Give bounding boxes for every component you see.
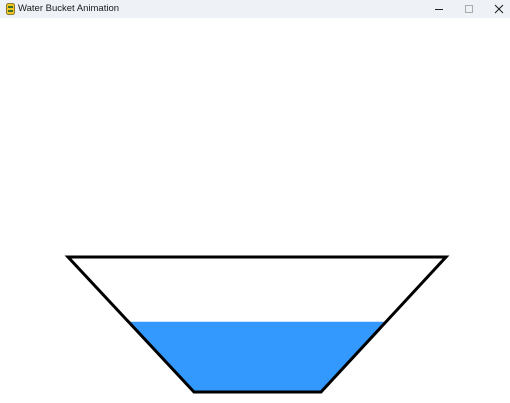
drawing-canvas [64,255,450,394]
minimize-icon [435,9,443,10]
close-icon [494,4,504,14]
minimize-button[interactable] [424,0,454,18]
maximize-button[interactable] [454,0,484,18]
window-title: Water Bucket Animation [18,3,120,14]
water [128,321,387,392]
pygame-snake-icon [6,3,15,15]
title-bar[interactable]: Water Bucket Animation [0,0,510,18]
maximize-icon [465,5,473,13]
app-window: Water Bucket Animation [0,0,510,403]
close-button[interactable] [484,0,510,18]
